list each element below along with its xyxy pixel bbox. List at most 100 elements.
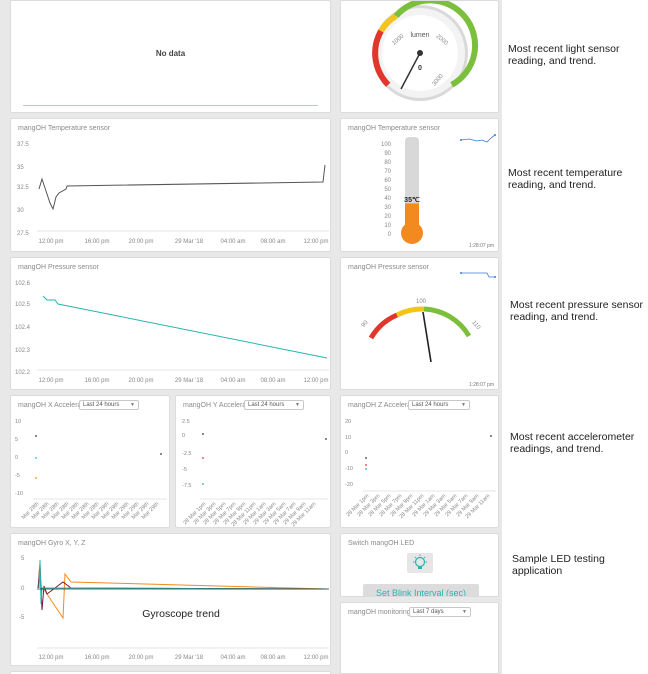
set-blink-interval-button[interactable]: Set Blink Interval (sec) bbox=[363, 584, 479, 596]
thermo-scale-70: 70 bbox=[384, 169, 391, 175]
az-ytick-2: 0 bbox=[345, 450, 348, 456]
accel-z-card: mangOH Z Accelera Last 24 hours ▼ 20 10 0… bbox=[340, 395, 499, 528]
temperature-note: Most recent temperature reading, and tre… bbox=[508, 167, 623, 191]
monitoring-range-select[interactable]: Last 7 days ▼ bbox=[409, 607, 471, 617]
gauge-value: 0 bbox=[418, 65, 422, 72]
press-xtick-2: 20:00 pm bbox=[128, 378, 153, 384]
lightbulb-icon bbox=[413, 554, 427, 569]
gyro-chart-card: mangOH Gyro X, Y, Z 5 0 -5 12:00 pm 16:0… bbox=[10, 533, 331, 666]
thermo-scale-90: 90 bbox=[384, 151, 391, 157]
thermometer-scale: 100 90 80 70 60 50 40 30 20 10 0 bbox=[381, 142, 392, 238]
thermo-scale-0: 0 bbox=[388, 232, 392, 238]
az-point-3 bbox=[365, 468, 367, 470]
pressure-timestamp: 1:28:07 pm bbox=[469, 382, 494, 388]
az-ytick-0: 20 bbox=[345, 419, 351, 425]
gyro-xtick-0: 12:00 pm bbox=[38, 655, 63, 661]
empty-chart-baseline bbox=[23, 105, 318, 106]
ay-ytick-4: -7.5 bbox=[182, 483, 191, 489]
temperature-timestamp: 1:28:07 pm bbox=[469, 243, 494, 249]
az-ytick-1: 10 bbox=[345, 435, 351, 441]
thermometer-value: 35℃ bbox=[404, 196, 420, 204]
pressure-widget-card: mangOH Pressure sensor 90 100 110 1:28:0… bbox=[340, 257, 499, 390]
temperature-series-line bbox=[38, 164, 326, 211]
temp-xtick-4: 04:00 am bbox=[220, 239, 245, 245]
chevron-down-icon: ▼ bbox=[462, 609, 467, 615]
press-ytick-1: 102.5 bbox=[15, 302, 31, 308]
light-history-card: No data bbox=[10, 0, 331, 113]
accel-y-chart: 2.5 0 -2.5 -5 -7.5 28 Mar 1pm 28 Mar 3pm… bbox=[182, 419, 328, 527]
pressure-series-line bbox=[42, 295, 328, 359]
gyro-annotation: Gyroscope trend bbox=[142, 608, 220, 620]
ay-ytick-3: -5 bbox=[182, 467, 187, 473]
press-xtick-0: 12:00 pm bbox=[38, 378, 63, 384]
az-ytick-4: -20 bbox=[345, 482, 353, 488]
temp-xtick-2: 20:00 pm bbox=[128, 239, 153, 245]
thermo-scale-100: 100 bbox=[381, 142, 392, 148]
gyro-xtick-2: 20:00 pm bbox=[128, 655, 153, 661]
dashboard: No data lumen 1000 2000 3000 0 mangOH Te… bbox=[0, 0, 502, 674]
thermo-scale-60: 60 bbox=[384, 178, 391, 184]
gyro-series-y bbox=[37, 563, 328, 611]
az-point-4 bbox=[490, 435, 492, 437]
press-ytick-3: 102.3 bbox=[15, 348, 31, 354]
gyro-ytick-2: -5 bbox=[19, 615, 25, 621]
press-ytick-0: 102.6 bbox=[15, 281, 31, 287]
monitoring-range-value: Last 7 days bbox=[413, 609, 444, 615]
accel-z-chart: 20 10 0 -10 -20 28 Mar 1pm 28 Mar 3pm 28… bbox=[345, 419, 496, 520]
ay-point-1 bbox=[202, 433, 204, 435]
pressure-tick-90: 90 bbox=[361, 319, 370, 328]
temperature-x-axis: 12:00 pm 16:00 pm 20:00 pm 29 Mar '18 04… bbox=[38, 239, 328, 245]
temp-ytick-3: 30 bbox=[17, 208, 24, 214]
pressure-tick-100: 100 bbox=[416, 299, 427, 305]
light-note: Most recent light sensor reading, and tr… bbox=[508, 43, 620, 67]
thermo-scale-50: 50 bbox=[384, 187, 391, 193]
az-ytick-3: -10 bbox=[345, 466, 353, 472]
gyro-xtick-6: 12:00 pm bbox=[303, 655, 328, 661]
temperature-chart-card: mangOH Temperature sensor 37.5 35 32.5 3… bbox=[10, 118, 331, 252]
temp-xtick-6: 12:00 pm bbox=[303, 239, 328, 245]
pressure-chart-card: mangOH Pressure sensor 102.6 102.5 102.4… bbox=[10, 257, 331, 390]
ay-point-3 bbox=[202, 483, 204, 485]
press-xtick-4: 04:00 am bbox=[220, 378, 245, 384]
az-point-2 bbox=[365, 464, 367, 466]
gyro-ytick-0: 5 bbox=[21, 556, 25, 562]
gauge-unit: lumen bbox=[410, 32, 429, 39]
ay-point-4 bbox=[325, 438, 327, 440]
ay-point-2 bbox=[202, 457, 204, 459]
pressure-needle bbox=[422, 311, 432, 363]
pressure-chart: 102.6 102.5 102.4 102.3 102.2 12:00 pm 1… bbox=[15, 281, 329, 384]
press-ytick-4: 102.2 bbox=[15, 370, 31, 376]
accel-x-card: mangOH X Accelera Last 24 hours ▼ 10 5 0 … bbox=[10, 395, 170, 528]
temp-ytick-2: 32.5 bbox=[17, 185, 29, 191]
temp-ytick-1: 35 bbox=[17, 165, 24, 171]
press-ytick-2: 102.4 bbox=[15, 325, 31, 331]
thermometer: 100 90 80 70 60 50 40 30 20 10 0 35℃ 1:2… bbox=[381, 134, 496, 249]
accelerometer-note: Most recent accelerometer readings, and … bbox=[510, 431, 635, 455]
az-point-1 bbox=[365, 457, 367, 459]
thermo-scale-20: 20 bbox=[384, 214, 391, 220]
ax-ytick-0: 10 bbox=[15, 419, 21, 425]
no-data-label: No data bbox=[155, 49, 186, 58]
temp-xtick-3: 29 Mar '18 bbox=[175, 239, 204, 245]
light-gauge: lumen 1000 2000 3000 0 bbox=[372, 1, 479, 101]
gyro-xtick-1: 16:00 pm bbox=[84, 655, 109, 661]
temp-xtick-1: 16:00 pm bbox=[84, 239, 109, 245]
led-toggle-button[interactable] bbox=[407, 553, 433, 573]
led-card: Switch mangOH LED Set Blink Interval (se… bbox=[340, 533, 499, 597]
accel-x-xticks: Mar 28th Mar 28th Mar 28th Mar 28th Mar … bbox=[21, 501, 161, 521]
gyro-xtick-5: 08:00 am bbox=[260, 655, 285, 661]
ax-ytick-1: 5 bbox=[15, 437, 18, 443]
press-xtick-1: 16:00 pm bbox=[84, 378, 109, 384]
gyro-chart: 5 0 -5 12:00 pm 16:00 pm 20:00 pm 29 Mar… bbox=[19, 556, 329, 661]
thermo-scale-30: 30 bbox=[384, 205, 391, 211]
gyro-ytick-1: 0 bbox=[21, 586, 25, 592]
led-note: Sample LED testing application bbox=[512, 553, 605, 577]
accel-y-xticks: 28 Mar 1pm 28 Mar 3pm 28 Mar 5pm 28 Mar … bbox=[182, 501, 317, 527]
accel-z-xticks: 28 Mar 1pm 28 Mar 3pm 28 Mar 5pm 28 Mar … bbox=[345, 493, 491, 520]
ay-ytick-0: 2.5 bbox=[182, 419, 190, 425]
ax-ytick-2: 0 bbox=[15, 455, 18, 461]
ax-point-2 bbox=[35, 457, 37, 459]
thermometer-bulb bbox=[401, 222, 423, 244]
thermo-scale-80: 80 bbox=[384, 160, 391, 166]
temp-xtick-0: 12:00 pm bbox=[38, 239, 63, 245]
